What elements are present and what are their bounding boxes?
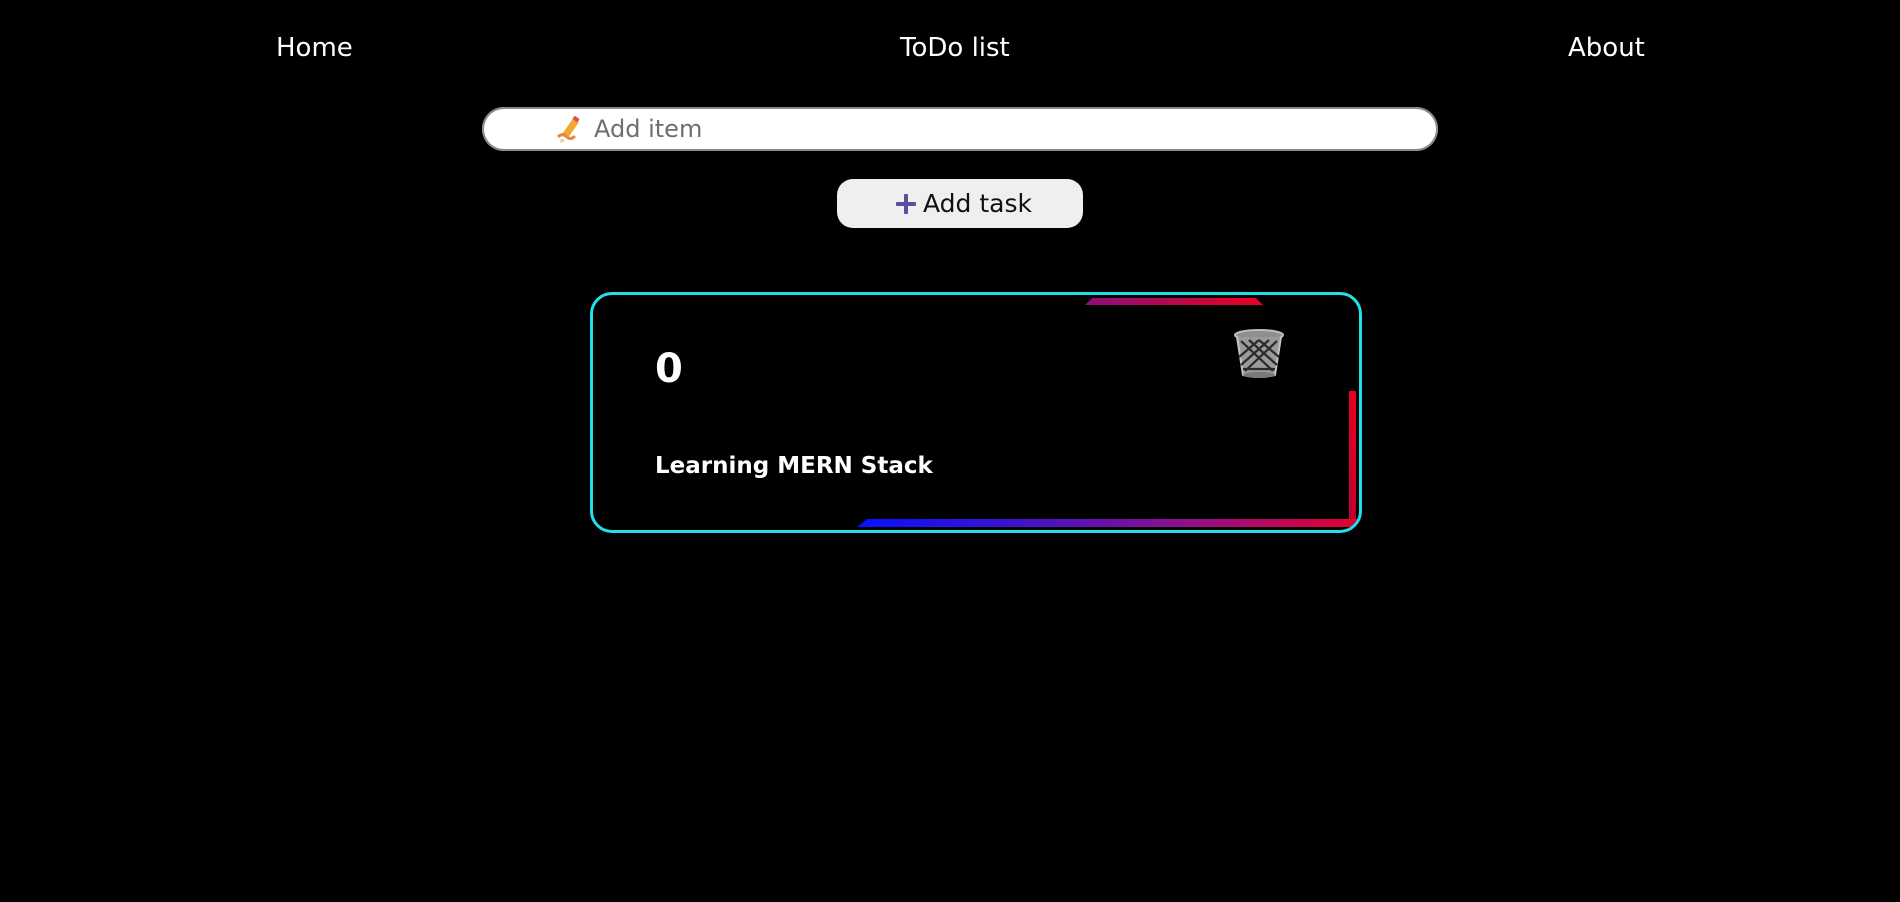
add-item-field[interactable] bbox=[482, 107, 1438, 151]
top-nav: Home ToDo list About bbox=[0, 28, 1900, 68]
card-glow-edge-right bbox=[1349, 391, 1356, 521]
task-card: 0 Learning MERN Stack bbox=[590, 292, 1362, 533]
task-index: 0 bbox=[655, 346, 683, 392]
nav-home-link[interactable]: Home bbox=[276, 28, 353, 68]
trash-basket-icon bbox=[1234, 329, 1284, 378]
nav-todo-list-link[interactable]: ToDo list bbox=[900, 28, 1010, 68]
task-text: Learning MERN Stack bbox=[655, 453, 933, 479]
add-task-button[interactable]: Add task bbox=[837, 179, 1083, 228]
card-glow-edge-top bbox=[1085, 298, 1263, 305]
card-glow-edge-bottom bbox=[857, 519, 1357, 527]
delete-task-button[interactable] bbox=[1233, 327, 1285, 379]
add-task-label: Add task bbox=[923, 189, 1032, 218]
nav-about-link[interactable]: About bbox=[1568, 28, 1645, 68]
plus-icon bbox=[896, 194, 916, 214]
add-item-input[interactable] bbox=[594, 111, 1414, 147]
pencil-writing-icon bbox=[557, 116, 580, 143]
